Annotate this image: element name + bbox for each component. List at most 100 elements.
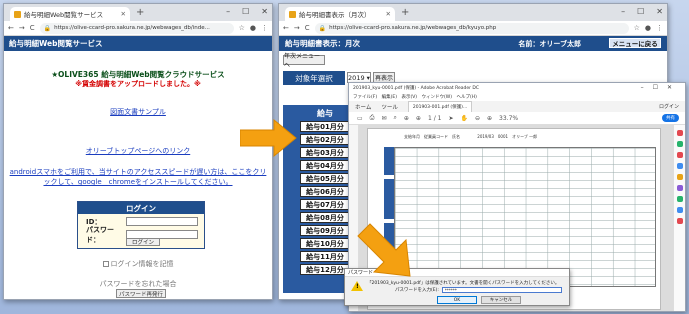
close-tab-icon[interactable]: ✕ — [386, 10, 391, 18]
month-button-08[interactable]: 給与08月分 — [300, 212, 350, 223]
window-controls: – ☐ ✕ — [621, 7, 663, 16]
month-button-05[interactable]: 給与05月分 — [300, 173, 350, 184]
tab-home[interactable]: ホーム — [355, 103, 371, 111]
zoom-level[interactable]: 33.7% — [499, 115, 518, 122]
tool-icon[interactable] — [676, 130, 683, 136]
login-page-content: ★OLIVE365 給与明細Web閲覧クラウドサービス ※賃金調書をアップロード… — [4, 51, 272, 299]
tab-login[interactable]: 給与明細Web閲覧サービス ✕ — [10, 7, 130, 21]
ok-button[interactable]: OK — [437, 296, 477, 304]
section-band — [384, 179, 394, 219]
back-to-menu-button[interactable]: メニューに戻る — [609, 38, 661, 48]
arrow-down-right-icon — [357, 223, 411, 277]
month-button-02[interactable]: 給与02月分 — [300, 134, 350, 145]
tool-icon[interactable] — [676, 163, 683, 169]
minimize-icon[interactable]: – — [621, 7, 625, 16]
year-menu-button[interactable]: 年次メニューへ — [283, 53, 325, 69]
pdf-window-title: 201903_kyu-0001.pdf (保護) - Adobe Acrobat… — [353, 86, 480, 91]
month-button-10[interactable]: 給与10月分 — [300, 238, 350, 249]
tool-icon[interactable] — [676, 141, 683, 147]
print-icon[interactable]: ⎙ — [370, 114, 375, 122]
month-button-12[interactable]: 給与12月分 — [300, 264, 350, 275]
close-tab-icon[interactable]: ✕ — [121, 10, 126, 18]
month-button-03[interactable]: 給与03月分 — [300, 147, 350, 158]
save-icon[interactable]: ▭ — [357, 115, 363, 122]
tool-icon[interactable] — [676, 218, 683, 224]
android-chrome-link[interactable]: androidスマホをご利用で、当サイトのアクセススピードが遅い方は、ここをクリ… — [8, 167, 268, 187]
pdf-title-bar: 201903_kyu-0001.pdf (保護) - Adobe Acrobat… — [349, 83, 685, 93]
sample-link[interactable]: 図面文書サンプル — [4, 107, 272, 117]
forward-icon[interactable]: → — [19, 24, 25, 32]
page-indicator[interactable]: 1 / 1 — [428, 115, 442, 122]
dialog-password-input[interactable]: ****** — [441, 287, 562, 293]
zoom-in-icon[interactable]: ⊕ — [487, 115, 492, 122]
close-window-icon[interactable]: ✕ — [261, 7, 268, 16]
arrow-right-icon — [240, 118, 297, 158]
close-window-icon[interactable]: ✕ — [656, 7, 663, 16]
id-input[interactable] — [126, 217, 198, 226]
login-form: ログイン ID： パスワード： ログイン — [77, 201, 205, 249]
dialog-message: 「201903_kyu-0001.pdf」は保護されています。文書を開くパスワー… — [367, 281, 560, 286]
tool-icon[interactable] — [676, 152, 683, 158]
prev-page-icon[interactable]: ⊕ — [404, 115, 409, 122]
profile-icon[interactable]: ● — [645, 24, 651, 32]
more-icon[interactable]: ⋮ — [261, 24, 268, 32]
cancel-button[interactable]: キャンセル — [481, 296, 521, 304]
remember-login[interactable]: ログイン情報を記憶 — [4, 259, 272, 269]
reissue-password-button[interactable]: パスワード再発行 — [116, 289, 166, 298]
tab-tools[interactable]: ツール — [381, 103, 398, 111]
next-page-icon[interactable]: ⊕ — [416, 115, 421, 122]
back-icon[interactable]: ← — [8, 24, 14, 32]
month-button-07[interactable]: 給与07月分 — [300, 199, 350, 210]
star-icon[interactable]: ☆ — [239, 24, 245, 32]
url-field[interactable]: 🔒 https://olive-ccard-pro.sakura.ne.jp/w… — [314, 22, 629, 34]
url-text: https://olive-ccard-pro.sakura.ne.jp/web… — [329, 25, 497, 31]
new-tab-icon[interactable]: + — [136, 7, 144, 18]
remember-checkbox[interactable] — [102, 261, 109, 267]
notice-text: ※賃金調書をアップロードしました。※ — [75, 80, 201, 88]
share-button[interactable]: 共有 — [662, 114, 679, 122]
pdf-login[interactable]: ログイン — [659, 103, 679, 110]
minimize-icon[interactable]: – — [226, 7, 230, 16]
url-field[interactable]: 🔒 https://olive-ccard-pro.sakura.ne.jp/w… — [39, 22, 234, 34]
pdf-menu-bar[interactable]: ファイル(F) 編集(E) 表示(V) ウィンドウ(W) ヘルプ(H) — [349, 93, 685, 101]
month-button-04[interactable]: 給与04月分 — [300, 160, 350, 171]
tool-icon[interactable] — [676, 196, 683, 202]
tab-strip: 給与明細書表示（月次） ✕ + – ☐ ✕ — [279, 4, 667, 21]
mail-icon[interactable]: ✉ — [381, 115, 386, 122]
login-button[interactable]: ログイン — [126, 238, 160, 246]
tool-icon[interactable] — [676, 207, 683, 213]
dialog-password-label: パスワードを入力(E): — [395, 288, 439, 293]
maximize-icon[interactable]: ☐ — [637, 7, 644, 16]
back-icon[interactable]: ← — [283, 24, 289, 32]
search-icon[interactable]: ⌕ — [394, 114, 397, 122]
star-icon[interactable]: ☆ — [634, 24, 640, 32]
tab-document[interactable]: 201903-001.pdf (保護)... — [407, 101, 473, 112]
year-value: 2019 — [348, 73, 365, 82]
tab-strip: 給与明細Web閲覧サービス ✕ + – ☐ ✕ — [4, 4, 272, 21]
pdf-window-controls[interactable]: –☐✕ — [641, 84, 681, 91]
month-button-06[interactable]: 給与06月分 — [300, 186, 350, 197]
month-button-11[interactable]: 給与11月分 — [300, 251, 350, 262]
tab-payslip[interactable]: 給与明細書表示（月次） ✕ — [285, 7, 395, 21]
profile-icon[interactable]: ● — [250, 24, 256, 32]
maximize-icon[interactable]: ☐ — [242, 7, 249, 16]
month-button-01[interactable]: 給与01月分 — [300, 121, 350, 132]
forward-icon[interactable]: → — [294, 24, 300, 32]
address-bar-row: ← → C 🔒 https://olive-ccard-pro.sakura.n… — [279, 21, 667, 36]
hand-icon[interactable]: ✋ — [460, 115, 467, 122]
url-text: https://olive-ccard-pro.sakura.ne.jp/web… — [54, 25, 210, 31]
zoom-out-icon[interactable]: ⊖ — [475, 115, 480, 122]
top-page-link[interactable]: オリーブトップページへのリンク — [4, 146, 272, 156]
reload-icon[interactable]: C — [30, 24, 35, 32]
cursor-icon[interactable]: ➤ — [448, 115, 453, 122]
month-button-09[interactable]: 給与09月分 — [300, 225, 350, 236]
new-tab-icon[interactable]: + — [401, 7, 409, 18]
tab-title: 給与明細書表示（月次） — [299, 11, 371, 19]
more-icon[interactable]: ⋮ — [656, 24, 663, 32]
tool-icon[interactable] — [676, 185, 683, 191]
reload-icon[interactable]: C — [305, 24, 310, 32]
page-title: 給与明細Web閲覧サービス — [4, 36, 272, 51]
tool-icon[interactable] — [676, 174, 683, 180]
password-label: パスワード： — [86, 225, 114, 244]
lock-icon: 🔒 — [43, 24, 52, 32]
